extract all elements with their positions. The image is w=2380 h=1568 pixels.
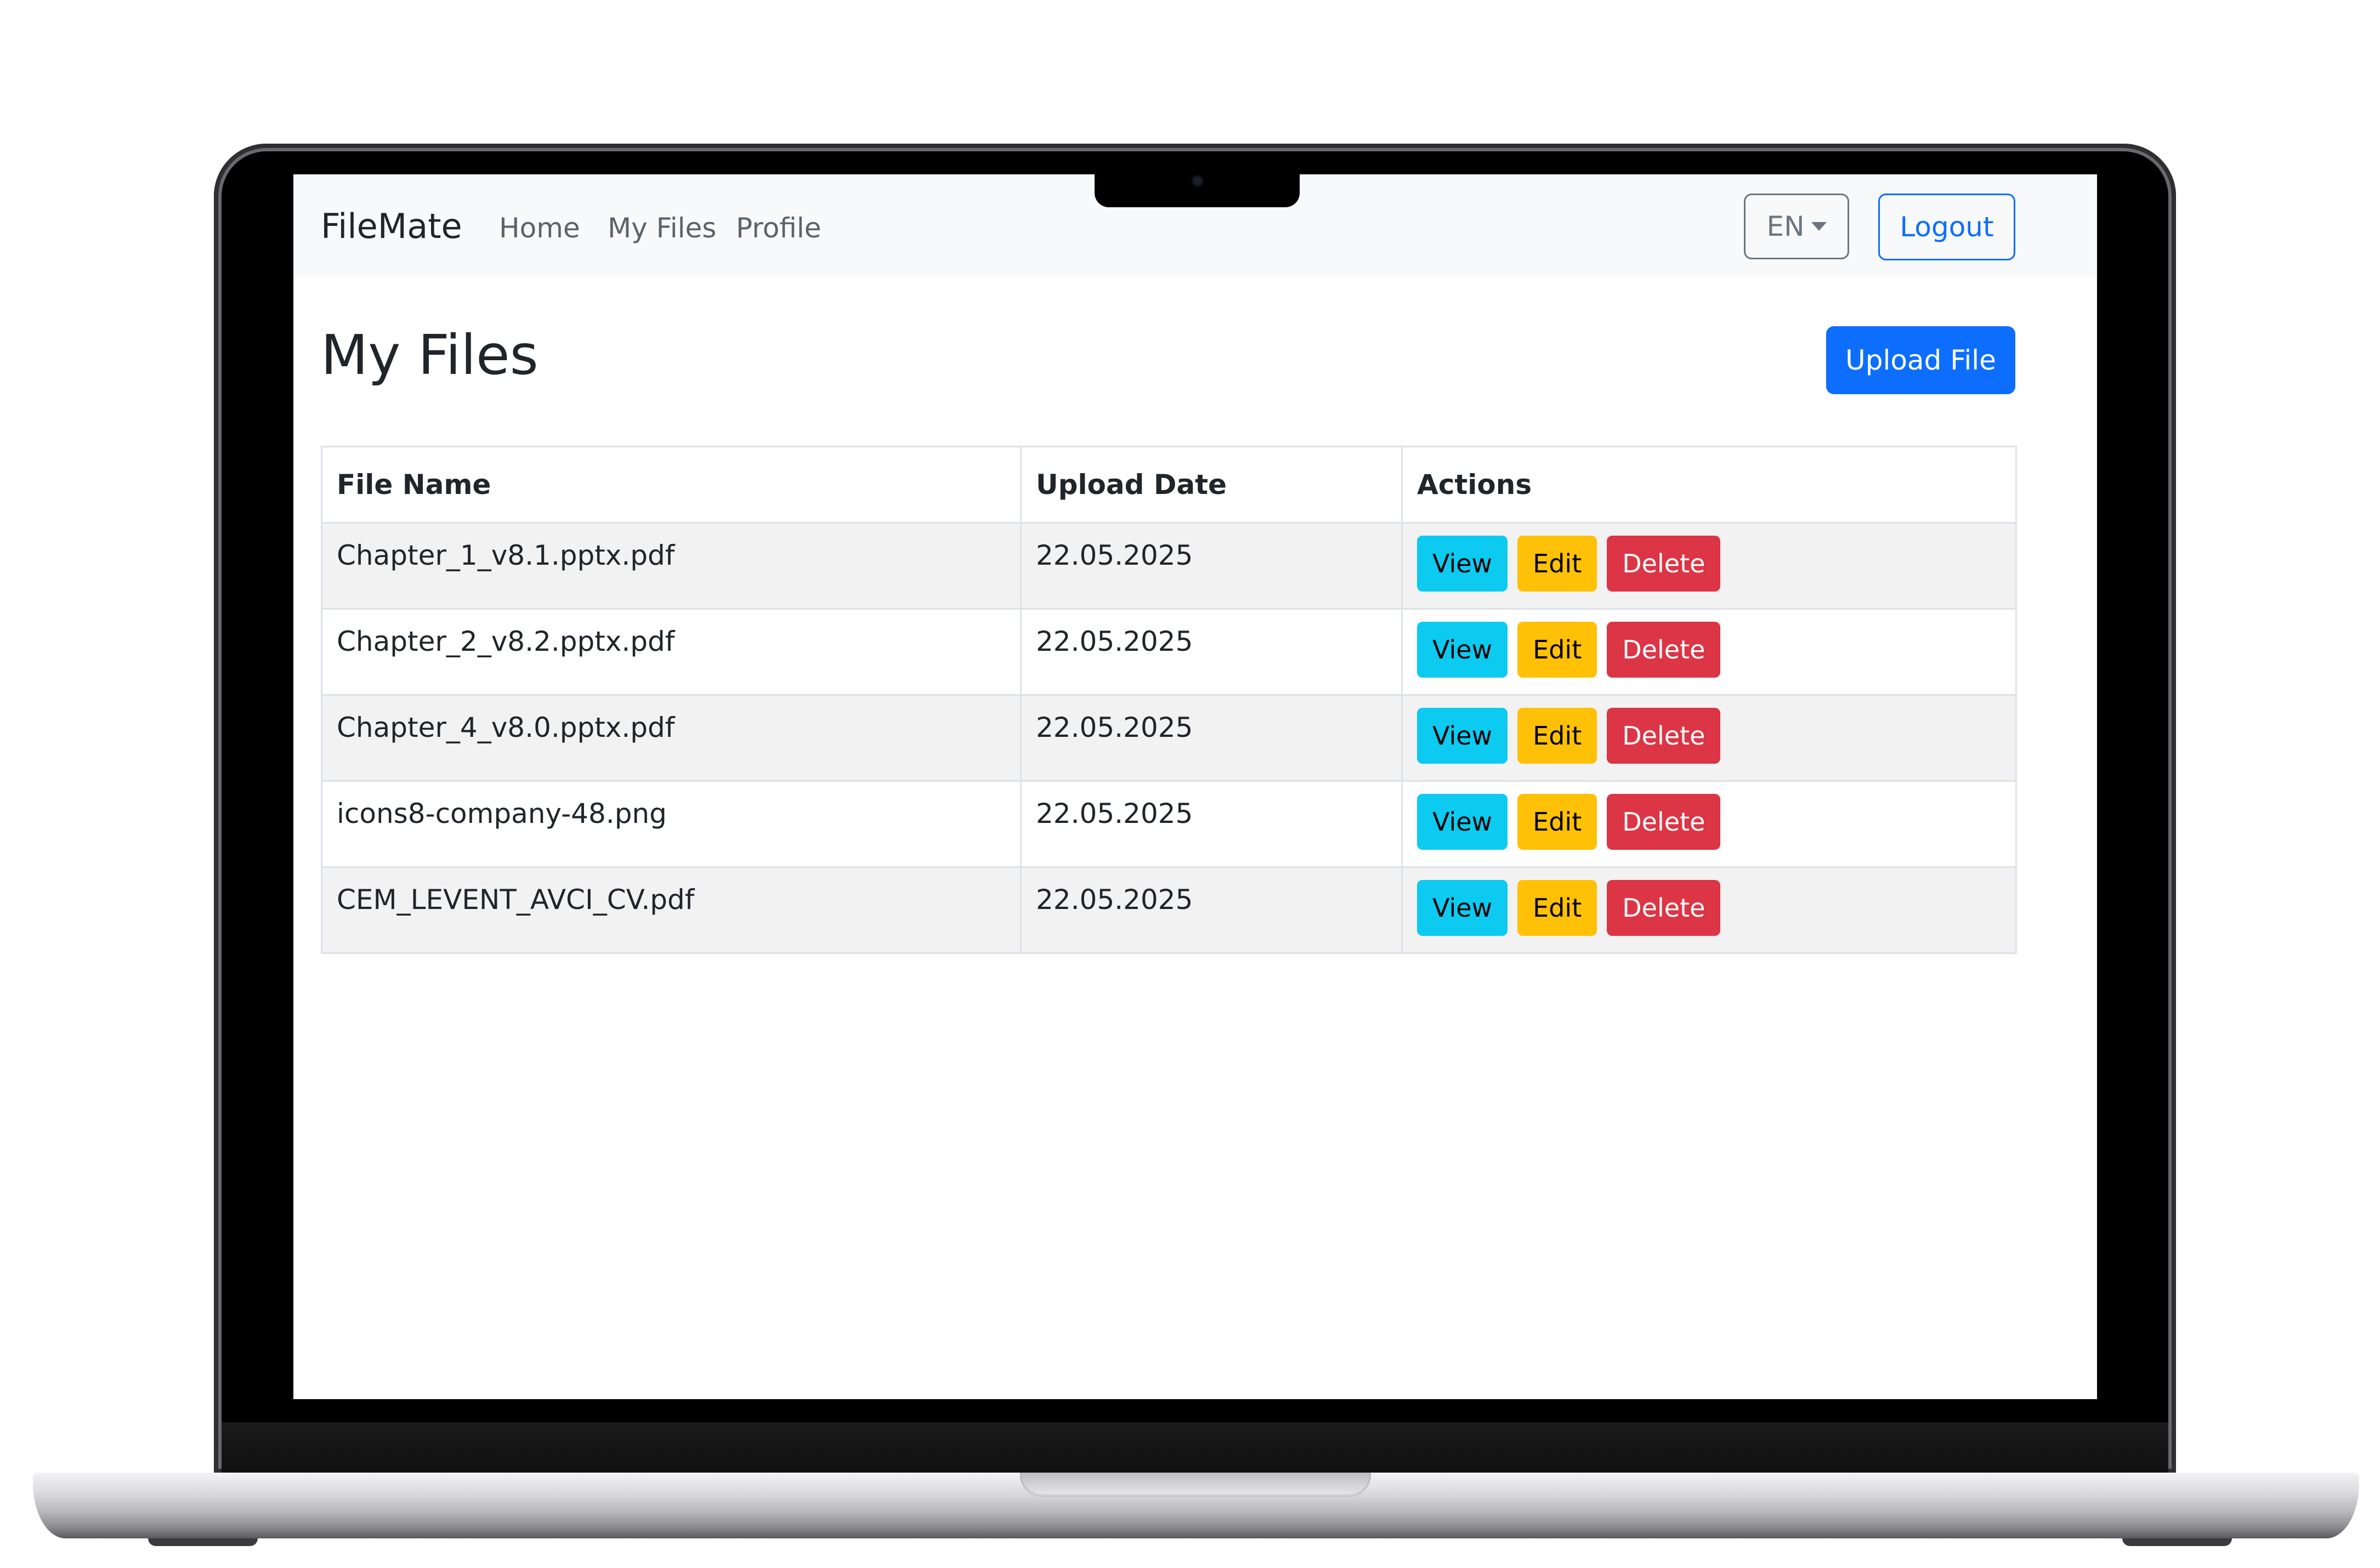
upload-date-cell: 22.05.2025	[1020, 866, 1403, 954]
nav-link-my-files[interactable]: My Files	[608, 212, 716, 245]
file-name-cell: CEM_LEVENT_AVCI_CV.pdf	[321, 866, 1022, 954]
table-row: Chapter_2_v8.2.pptx.pdf 22.05.2025 View E…	[321, 608, 2017, 696]
view-button[interactable]: View	[1417, 708, 1508, 764]
view-button[interactable]: View	[1417, 536, 1508, 592]
delete-button[interactable]: Delete	[1607, 708, 1721, 764]
actions-cell: View Edit Delete	[1401, 866, 2017, 954]
app-screen: FileMate Home My Files Profile EN Logout…	[293, 174, 2097, 1399]
laptop-chin	[222, 1422, 2168, 1473]
actions-cell: View Edit Delete	[1401, 522, 2017, 610]
table-row: Chapter_4_v8.0.pptx.pdf 22.05.2025 View E…	[321, 694, 2017, 782]
laptop-foot-left	[148, 1538, 258, 1546]
delete-button[interactable]: Delete	[1607, 880, 1721, 936]
file-name-cell: Chapter_2_v8.2.pptx.pdf	[321, 608, 1022, 696]
view-button[interactable]: View	[1417, 622, 1508, 678]
table-header-row: File Name Upload Date Actions	[321, 446, 2017, 524]
upload-date-cell: 22.05.2025	[1020, 780, 1403, 868]
view-button[interactable]: View	[1417, 794, 1508, 850]
edit-button[interactable]: Edit	[1517, 708, 1597, 764]
upload-date-cell: 22.05.2025	[1020, 522, 1403, 610]
laptop-mockup: FileMate Home My Files Profile EN Logout…	[0, 0, 2380, 1568]
actions-cell: View Edit Delete	[1401, 780, 2017, 868]
delete-button[interactable]: Delete	[1607, 536, 1721, 592]
laptop-foot-right	[2122, 1538, 2232, 1546]
nav-link-home[interactable]: Home	[499, 212, 580, 245]
edit-button[interactable]: Edit	[1517, 794, 1597, 850]
file-name-cell: Chapter_4_v8.0.pptx.pdf	[321, 694, 1022, 782]
logout-button[interactable]: Logout	[1878, 194, 2015, 260]
files-table: File Name Upload Date Actions Chapter_1_…	[321, 446, 2017, 954]
caret-down-icon	[1811, 221, 1827, 231]
edit-button[interactable]: Edit	[1517, 880, 1597, 936]
table-row: Chapter_1_v8.1.pptx.pdf 22.05.2025 View E…	[321, 522, 2017, 610]
column-header-file-name: File Name	[321, 446, 1022, 524]
brand-logo[interactable]: FileMate	[321, 207, 462, 246]
page-title: My Files	[321, 323, 539, 387]
table-row: CEM_LEVENT_AVCI_CV.pdf 22.05.2025 View Ed…	[321, 866, 2017, 954]
language-dropdown[interactable]: EN	[1744, 194, 1849, 259]
column-header-actions: Actions	[1401, 446, 2017, 524]
view-button[interactable]: View	[1417, 880, 1508, 936]
upload-date-cell: 22.05.2025	[1020, 608, 1403, 696]
actions-cell: View Edit Delete	[1401, 694, 2017, 782]
language-label: EN	[1766, 211, 1805, 242]
upload-file-button[interactable]: Upload File	[1826, 326, 2015, 394]
nav-link-profile[interactable]: Profile	[736, 212, 821, 245]
camera-icon	[1193, 177, 1202, 185]
laptop-opening-notch	[1020, 1473, 1371, 1497]
table-row: icons8-company-48.png 22.05.2025 View Edi…	[321, 780, 2017, 868]
file-name-cell: icons8-company-48.png	[321, 780, 1022, 868]
column-header-upload-date: Upload Date	[1020, 446, 1403, 524]
actions-cell: View Edit Delete	[1401, 608, 2017, 696]
upload-date-cell: 22.05.2025	[1020, 694, 1403, 782]
delete-button[interactable]: Delete	[1607, 622, 1721, 678]
edit-button[interactable]: Edit	[1517, 622, 1597, 678]
edit-button[interactable]: Edit	[1517, 536, 1597, 592]
delete-button[interactable]: Delete	[1607, 794, 1721, 850]
file-name-cell: Chapter_1_v8.1.pptx.pdf	[321, 522, 1022, 610]
